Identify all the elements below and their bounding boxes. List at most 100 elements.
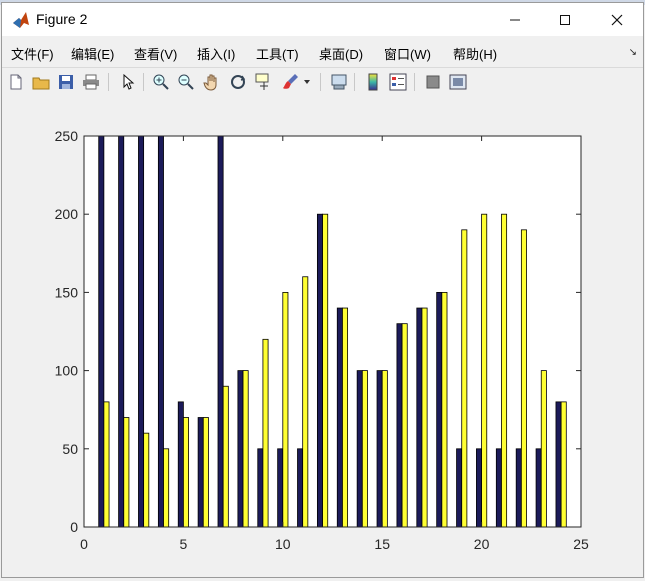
new-file-button[interactable] — [5, 71, 27, 93]
bar-series-2-x-23 — [540, 370, 547, 528]
bar-series-1-x-24 — [555, 401, 562, 528]
bar-series-2-x-18 — [441, 291, 448, 528]
show-plot-tools-icon — [449, 74, 467, 90]
pan-button[interactable] — [201, 71, 223, 93]
brush-button[interactable] — [280, 71, 302, 93]
toolbar-separator — [320, 73, 321, 91]
pointer-icon — [123, 74, 135, 90]
title-bar: Figure 2 — [2, 3, 643, 36]
maximize-button[interactable] — [542, 3, 588, 36]
minimize-icon — [510, 19, 520, 20]
menu-window[interactable]: 窗口(W) — [384, 44, 431, 63]
bar-series-2-x-22 — [520, 229, 527, 528]
bar-series-1-x-15 — [376, 370, 383, 528]
bar-series-1-x-19 — [456, 448, 463, 528]
bar-series-1-x-21 — [495, 448, 502, 528]
bar-series-1-x-2 — [118, 135, 125, 528]
dock-arrow-icon[interactable]: ↘ — [629, 47, 637, 58]
bar-series-1-x-9 — [257, 448, 264, 528]
x-tick-label: 15 — [374, 536, 390, 552]
bar-series-2-x-19 — [461, 229, 468, 528]
bar-series-2-x-15 — [381, 370, 388, 528]
rotate-3d-button[interactable] — [227, 71, 249, 93]
menu-file[interactable]: 文件(F) — [11, 44, 54, 63]
bar-series-1-x-14 — [356, 370, 363, 528]
x-tick-label: 10 — [275, 536, 291, 552]
bar-series-1-x-4 — [157, 135, 164, 528]
toolbar-separator — [414, 73, 415, 91]
x-tick-label: 5 — [180, 536, 188, 552]
y-tick-label: 150 — [55, 284, 79, 300]
menu-view[interactable]: 查看(V) — [134, 44, 177, 63]
matlab-logo-icon — [13, 12, 29, 28]
toolbar — [2, 67, 643, 97]
rotate-3d-icon — [231, 75, 246, 89]
menu-desktop[interactable]: 桌面(D) — [319, 44, 363, 63]
toolbar-separator — [108, 73, 109, 91]
bar-series-1-x-10 — [277, 448, 284, 528]
show-plot-tools-button[interactable] — [447, 71, 469, 93]
data-cursor-button[interactable] — [253, 71, 275, 93]
zoom-out-button[interactable] — [175, 71, 197, 93]
link-plot-button[interactable] — [328, 71, 350, 93]
bar-series-1-x-17 — [416, 307, 423, 528]
zoom-out-icon — [178, 74, 194, 90]
bar-series-1-x-20 — [476, 448, 483, 528]
chevron-down-icon — [304, 80, 310, 84]
bar-series-2-x-20 — [481, 213, 488, 528]
hide-plot-tools-icon — [426, 75, 440, 89]
bar-series-2-x-5 — [182, 417, 189, 528]
bar-series-2-x-14 — [361, 370, 368, 528]
maximize-icon — [560, 14, 570, 25]
colorbar-button[interactable] — [362, 71, 384, 93]
hide-plot-tools-button[interactable] — [422, 71, 444, 93]
pan-hand-icon — [203, 74, 217, 91]
brush-icon — [283, 74, 298, 89]
bar-series-1-x-5 — [177, 401, 184, 528]
y-tick-label: 250 — [55, 128, 79, 144]
edit-plot-button[interactable] — [117, 71, 139, 93]
bar-series-2-x-8 — [242, 370, 249, 528]
y-tick-label: 100 — [55, 363, 79, 379]
open-folder-icon — [32, 77, 50, 90]
bar-series-2-x-24 — [560, 401, 567, 528]
print-button[interactable] — [80, 71, 102, 93]
bar-series-2-x-13 — [342, 307, 349, 528]
link-plot-icon — [331, 74, 347, 90]
x-tick-label: 0 — [80, 536, 88, 552]
bar-series-2-x-4 — [163, 448, 170, 528]
brush-dropdown[interactable] — [301, 71, 313, 93]
bar-series-1-x-8 — [237, 370, 244, 528]
bar-series-2-x-1 — [103, 401, 110, 528]
menu-help[interactable]: 帮助(H) — [453, 44, 497, 63]
bar-series-2-x-10 — [282, 291, 289, 528]
close-icon — [611, 14, 623, 25]
menu-insert[interactable]: 插入(I) — [197, 44, 235, 63]
figure-window: Figure 2 文件(F) 编辑(E) 查看(V) 插入(I) 工具(T) 桌… — [1, 2, 644, 578]
menu-edit[interactable]: 编辑(E) — [71, 44, 114, 63]
bar-series-1-x-11 — [297, 448, 304, 528]
bar-series-2-x-9 — [262, 338, 269, 528]
save-button[interactable] — [55, 71, 77, 93]
legend-icon — [389, 73, 407, 91]
x-tick-label: 25 — [573, 536, 589, 552]
close-button[interactable] — [594, 3, 640, 36]
figure-canvas: 0 5 10 15 20 25 0 50 100 150 200 250 — [2, 96, 643, 576]
y-tick-label: 0 — [70, 519, 78, 535]
print-icon — [83, 74, 99, 90]
window-title: Figure 2 — [36, 11, 88, 27]
bar-series-1-x-6 — [197, 417, 204, 528]
menu-tools[interactable]: 工具(T) — [256, 44, 299, 63]
zoom-in-icon — [153, 74, 169, 90]
minimize-button[interactable] — [492, 3, 538, 36]
zoom-in-button[interactable] — [150, 71, 172, 93]
toolbar-separator — [354, 73, 355, 91]
bar-series-2-x-21 — [501, 213, 508, 528]
bar-series-1-x-7 — [217, 135, 224, 528]
open-button[interactable] — [30, 71, 52, 93]
bar-series-2-x-2 — [123, 417, 130, 528]
bar-series-1-x-13 — [336, 307, 343, 528]
legend-button[interactable] — [387, 71, 409, 93]
bar-series-2-x-11 — [302, 276, 309, 528]
bar-series-1-x-1 — [98, 135, 105, 528]
